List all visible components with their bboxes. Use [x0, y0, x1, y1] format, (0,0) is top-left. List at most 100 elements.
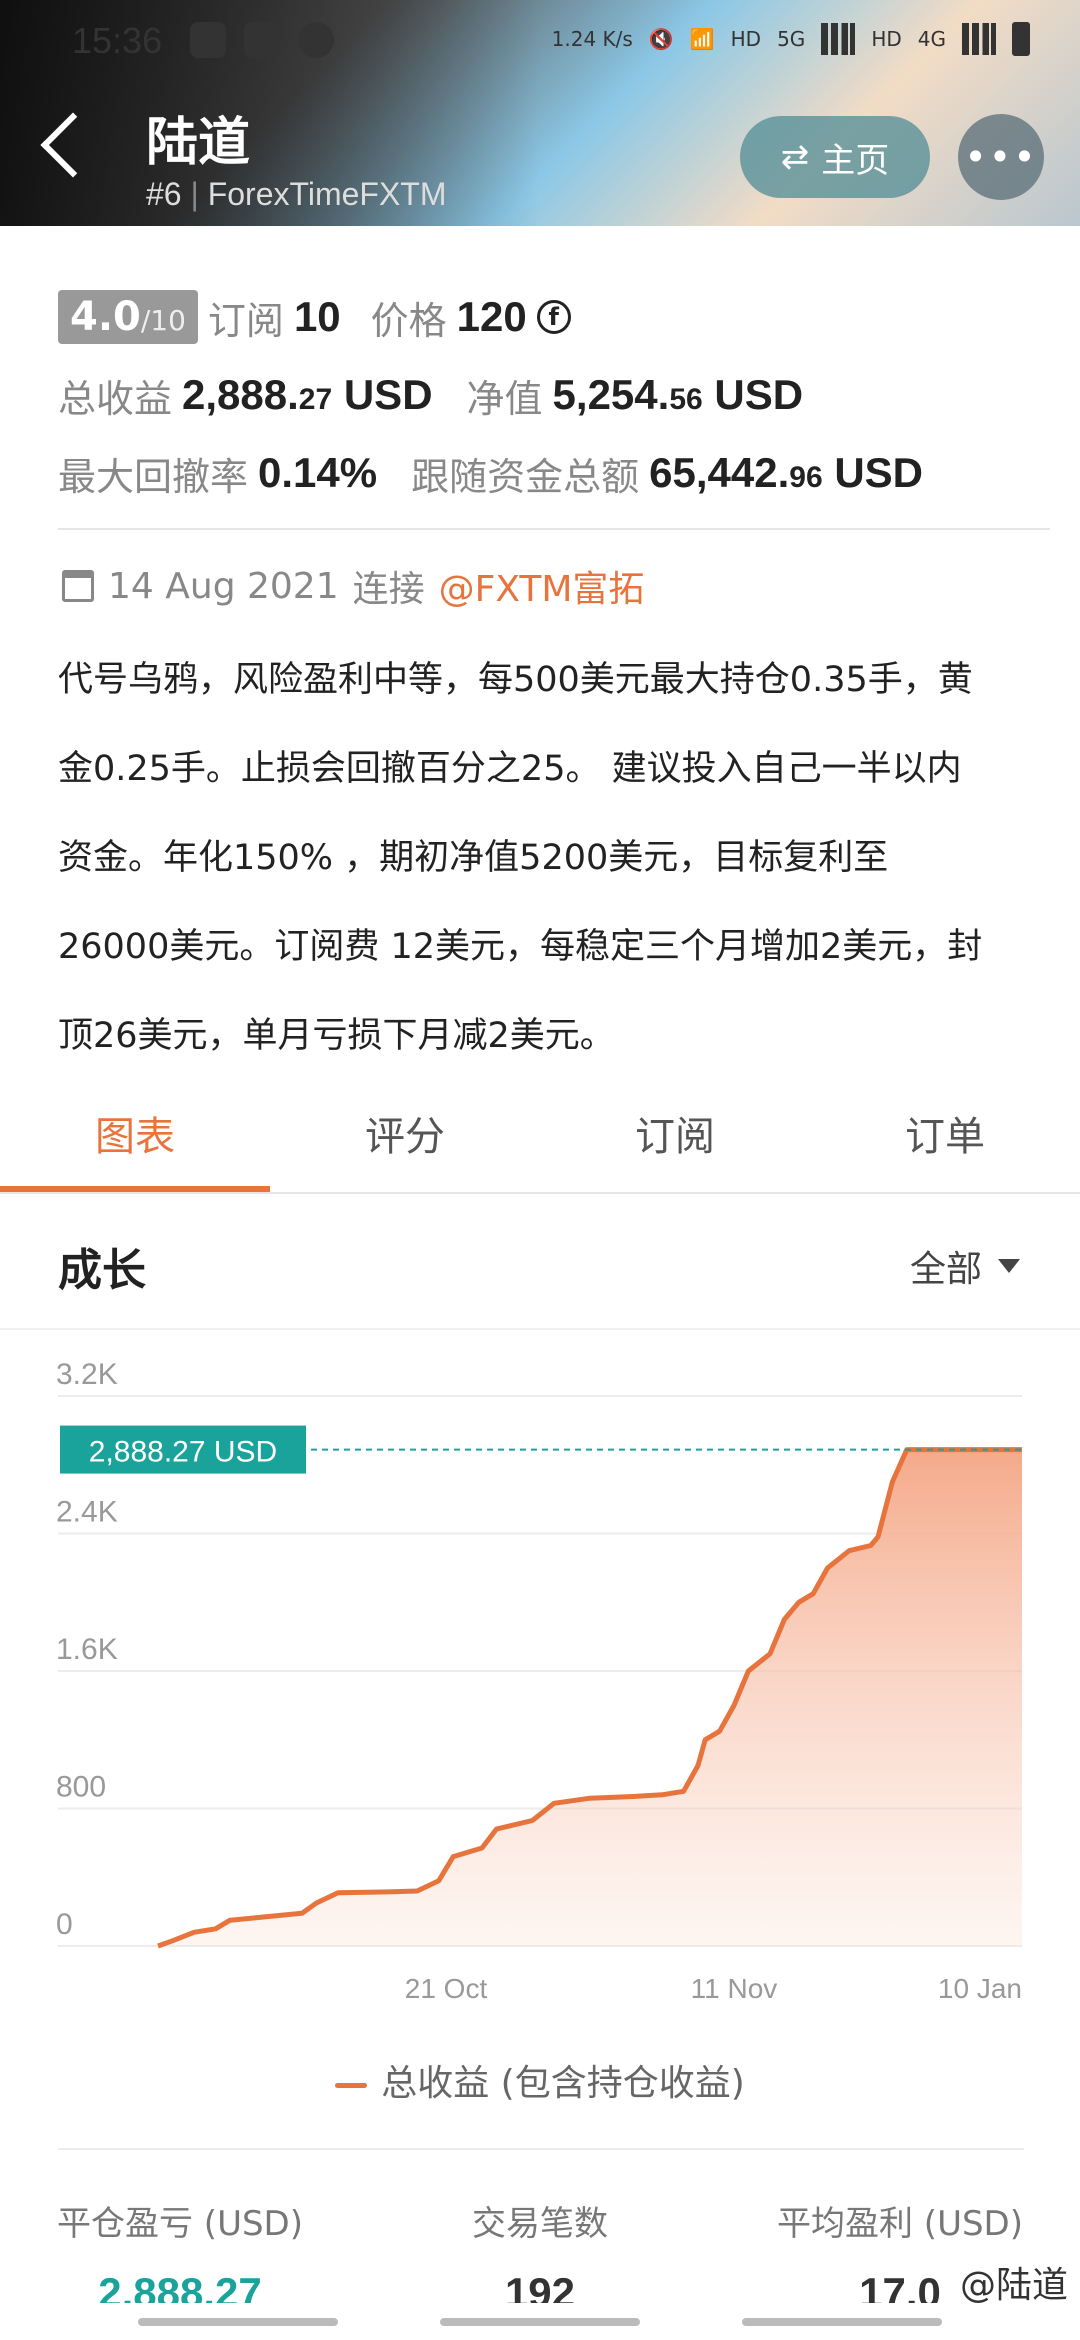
follow-unit: USD — [834, 449, 923, 496]
y-tick-label: 800 — [56, 1771, 106, 1804]
trader-rank: #6 — [146, 176, 182, 212]
home-button-label: 主页 — [821, 140, 890, 181]
equity-label: 净值 — [466, 376, 543, 421]
summary-trade-count: 交易笔数 192 — [360, 2196, 720, 2303]
total-profit-int: 2,888. — [182, 371, 299, 418]
tab-subscribe[interactable]: 订阅 — [540, 1092, 810, 1192]
follow-value: 65,442.96 USD — [649, 449, 923, 497]
divider — [58, 2148, 1024, 2150]
chevron-down-icon — [998, 1259, 1020, 1273]
drawdown-value: 0.14% — [258, 449, 378, 496]
summary-value: 192 — [504, 2269, 576, 2303]
chart-legend: 总收益 (包含持仓收益) — [0, 2054, 1080, 2106]
broker-link[interactable]: @FXTM富拓 — [439, 560, 645, 612]
equity-unit: USD — [714, 371, 804, 418]
tab-chart[interactable]: 图表 — [0, 1092, 270, 1192]
gallery-notification-icon — [190, 22, 226, 58]
legend-swatch — [335, 2082, 368, 2088]
mute-icon: 🔇 — [648, 27, 674, 51]
y-tick-label: 3.2K — [56, 1358, 118, 1391]
description-line: 金0.25手。止损会回撤百分之25。 建议投入自己一半以内 — [58, 749, 962, 789]
summary-value: 2,888.27 — [98, 2269, 262, 2303]
network-type-1: 5G — [777, 27, 806, 51]
watermark: @陆道 — [959, 2265, 1068, 2306]
equity-dec: 56 — [669, 383, 703, 416]
vpn-notification-icon — [298, 22, 334, 58]
drawdown-label: 最大回撤率 — [58, 454, 249, 499]
growth-section-header: 成长 全部 — [0, 1194, 1080, 1330]
y-tick-label: 0 — [56, 1908, 73, 1941]
more-button[interactable]: ••• — [958, 114, 1044, 200]
summary-label: 平仓盈亏 (USD) — [57, 2204, 303, 2244]
tab-orders[interactable]: 订单 — [810, 1092, 1080, 1192]
total-profit-dec: 27 — [298, 383, 333, 416]
hd-badge-1: HD — [730, 27, 762, 51]
tab-rating[interactable]: 评分 — [270, 1092, 540, 1192]
divider — [58, 528, 1050, 530]
hd-badge-2: HD — [871, 27, 902, 51]
nav-bar-handle[interactable] — [742, 2318, 942, 2326]
price-label: 价格 — [370, 298, 447, 343]
coin-icon: f — [536, 300, 571, 334]
follow-label: 跟随资金总额 — [411, 454, 640, 499]
total-profit-label: 总收益 — [58, 376, 173, 421]
trader-broker: ForexTimeFXTM — [207, 176, 447, 212]
connect-date: 14 Aug 2021 — [108, 565, 339, 607]
summary-label: 平均盈利 (USD) — [777, 2204, 1023, 2244]
strategy-description: 代号乌鸦，风险盈利中等，每500美元最大持仓0.35手，黄 金0.25手。止损会… — [58, 636, 1058, 1081]
price-value: 120 — [456, 293, 527, 340]
y-tick-label: 2.4K — [56, 1496, 118, 1529]
equity-value: 5,254.56 USD — [553, 371, 804, 419]
description-line: 资金。年化150% ，期初净值5200美元，目标复利至 — [58, 838, 889, 878]
rating-value: 4.0 — [70, 294, 141, 340]
x-tick-label: 10 Jan — [938, 1973, 1022, 2000]
status-time: 15:36 — [72, 20, 163, 61]
summary-stats: 平仓盈亏 (USD) 2,888.27 交易笔数 192 平均盈利 (USD) … — [0, 2196, 1080, 2303]
section-title: 成长 — [58, 1245, 146, 1296]
more-icon: ••• — [964, 135, 1038, 179]
subscribe-count: 10 — [293, 293, 341, 340]
range-filter-label: 全部 — [909, 1249, 982, 1290]
wifi-icon: 📶 — [689, 27, 715, 51]
profile-header: 15:36 1.24 K/s 🔇 📶 HD 5G HD 4G 陆道 #6 | F… — [0, 0, 1080, 226]
home-button[interactable]: ⇄ 主页 — [740, 116, 930, 198]
stats-panel: 4.0/10 订阅 10 价格 120 f 总收益 2,888.27 USD 净… — [58, 278, 1048, 512]
description-line: 代号乌鸦，风险盈利中等，每500美元最大持仓0.35手，黄 — [58, 660, 973, 700]
trader-name: 陆道 — [146, 113, 251, 173]
legend-label: 总收益 (包含持仓收益) — [381, 2063, 745, 2104]
swap-icon: ⇄ — [780, 137, 810, 177]
gesture-nav-bar — [0, 2304, 1080, 2340]
follow-dec: 96 — [789, 461, 823, 494]
series-area — [158, 1449, 1022, 1946]
tab-bar: 图表 评分 订阅 订单 — [0, 1092, 1080, 1194]
subscribe-label: 订阅 — [207, 298, 284, 343]
rating-badge: 4.0/10 — [58, 290, 198, 344]
nav-bar-handle[interactable] — [138, 2318, 338, 2326]
network-type-2: 4G — [917, 27, 946, 51]
status-bar: 15:36 1.24 K/s 🔇 📶 HD 5G HD 4G — [0, 0, 1080, 80]
rating-max: /10 — [140, 304, 186, 337]
signal-icon — [821, 23, 856, 55]
connect-label: 连接 — [352, 569, 425, 610]
x-tick-label: 21 Oct — [405, 1973, 488, 2000]
y-tick-label: 1.6K — [56, 1633, 118, 1666]
description-line: 26000美元。订阅费 12美元，每稳定三个月增加2美元，封 — [58, 927, 983, 967]
range-filter-dropdown[interactable]: 全部 — [910, 1240, 1020, 1292]
app-notification-icon — [244, 22, 280, 58]
total-profit-unit: USD — [343, 371, 433, 418]
x-tick-label: 11 Nov — [691, 1973, 778, 2000]
total-profit-value: 2,888.27 USD — [182, 371, 433, 419]
battery-icon — [1012, 22, 1030, 56]
signal-icon-2 — [962, 23, 996, 55]
connect-meta: 14 Aug 2021 连接 @FXTM富拓 — [62, 560, 644, 612]
follow-int: 65,442. — [649, 449, 790, 496]
description-line: 顶26美元，单月亏损下月减2美元。 — [58, 1016, 615, 1056]
calendar-icon — [62, 570, 94, 602]
growth-chart: 3.2K 2.4K 1.6K 800 0 21 Oct 11 Nov 10 Jan 2,888.… — [56, 1358, 1022, 2000]
current-value-label: 2,888.27 USD — [89, 1436, 277, 1469]
nav-bar-handle[interactable] — [440, 2318, 640, 2326]
summary-closed-pnl: 平仓盈亏 (USD) 2,888.27 — [0, 2196, 360, 2303]
trader-subtitle: #6 | ForexTimeFXTM — [146, 176, 447, 212]
summary-label: 交易笔数 — [472, 2204, 608, 2244]
equity-int: 5,254. — [552, 371, 670, 418]
